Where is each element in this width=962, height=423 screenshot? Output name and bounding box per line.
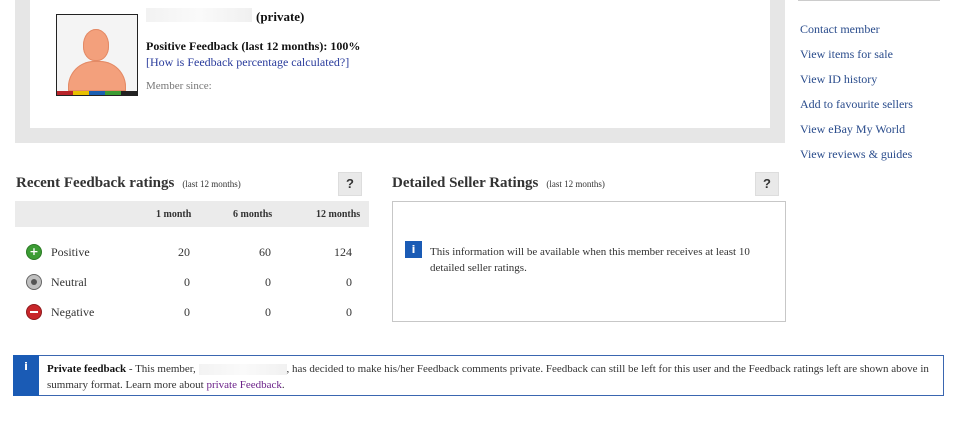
neutral-label: Neutral [51, 275, 87, 289]
member-actions-menu: Contact member View items for sale View … [800, 21, 913, 171]
positive-plus-icon: + [26, 244, 42, 260]
positive-12-months: 124 [334, 245, 352, 259]
contact-member-link[interactable]: Contact member [800, 21, 913, 46]
neutral-12-months: 0 [346, 275, 352, 289]
detailed-seller-help-button[interactable]: ? [755, 172, 779, 196]
view-reviews-guides-link[interactable]: View reviews & guides [800, 146, 913, 171]
view-id-history-link[interactable]: View ID history [800, 71, 913, 96]
private-feedback-bold: Private feedback [47, 363, 127, 375]
negative-label: Negative [51, 305, 95, 319]
positive-feedback-percentage: Positive Feedback (last 12 months): 100% [146, 39, 361, 53]
recent-feedback-heading: Recent Feedback ratings (last 12 months) [16, 174, 241, 192]
detailed-seller-title: Detailed Seller Ratings [392, 175, 539, 191]
view-items-for-sale-link[interactable]: View items for sale [800, 46, 913, 71]
private-feedback-text-a: - This member, [126, 363, 199, 375]
member-username-redacted [146, 8, 252, 22]
member-since-label: Member since: [146, 80, 212, 92]
neutral-1-month: 0 [184, 275, 190, 289]
negative-1-month: 0 [184, 305, 190, 319]
recent-feedback-subtitle: (last 12 months) [182, 179, 241, 189]
column-6-months: 6 months [233, 209, 273, 220]
positive-6-months: 60 [259, 245, 271, 259]
positive-label: Positive [51, 245, 90, 259]
neutral-6-months: 0 [265, 275, 271, 289]
recent-feedback-help-button[interactable]: ? [338, 172, 362, 196]
member-avatar [56, 14, 138, 96]
private-feedback-text-c: . [281, 379, 285, 391]
column-12-months: 12 months [316, 209, 361, 220]
avatar-body-icon [68, 61, 126, 91]
positive-1-month: 20 [178, 245, 190, 259]
feedback-calc-help-link[interactable]: [How is Feedback percentage calculated?] [146, 55, 349, 70]
avatar-head-icon [83, 29, 109, 61]
detailed-seller-info-text: This information will be available when … [430, 246, 750, 274]
private-feedback-link[interactable]: private Feedback [206, 379, 281, 391]
neutral-dot-icon [26, 274, 42, 290]
private-feedback-text: Private feedback - This member, , has de… [47, 361, 932, 393]
profile-card [30, 0, 770, 128]
negative-6-months: 0 [265, 305, 271, 319]
add-favourite-seller-link[interactable]: Add to favourite sellers [800, 96, 913, 121]
member-name-redacted [198, 363, 287, 375]
avatar-color-stripe [57, 91, 137, 95]
info-icon: i [405, 241, 422, 258]
private-tag: (private) [256, 9, 305, 24]
negative-12-months: 0 [346, 305, 352, 319]
detailed-seller-subtitle: (last 12 months) [546, 179, 605, 189]
recent-feedback-title: Recent Feedback ratings [16, 175, 175, 191]
view-my-world-link[interactable]: View eBay My World [800, 121, 913, 146]
column-1-month: 1 month [156, 209, 192, 220]
side-divider [798, 0, 940, 1]
negative-minus-icon [26, 304, 42, 320]
detailed-seller-heading: Detailed Seller Ratings (last 12 months) [392, 174, 605, 192]
notice-info-icon: i [13, 355, 39, 396]
